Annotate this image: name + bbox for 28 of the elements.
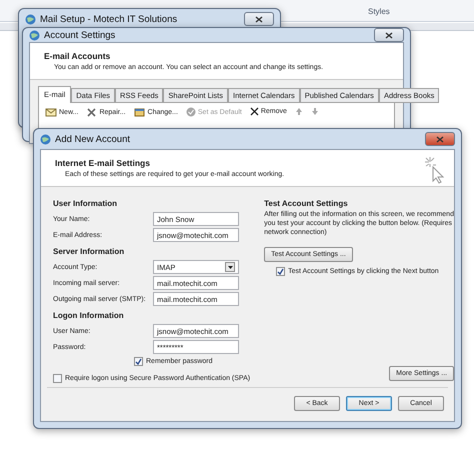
- section-heading: Internet E-mail Settings: [55, 158, 151, 168]
- section-heading: E-mail Accounts: [44, 51, 112, 61]
- globe-icon: [40, 134, 51, 144]
- window-title: Mail Setup - Motech IT Solutions: [40, 14, 178, 24]
- group-heading: Logon Information: [53, 311, 125, 320]
- checkbox-box[interactable]: [134, 357, 143, 366]
- close-icon[interactable]: [436, 136, 444, 142]
- check-circle-icon: [186, 107, 196, 117]
- checkbox-box[interactable]: [276, 267, 286, 276]
- checkbox-box[interactable]: [53, 374, 62, 383]
- cursor-sparkle-icon: [424, 156, 446, 184]
- close-icon[interactable]: [385, 32, 393, 38]
- window-title: Account Settings: [44, 30, 116, 40]
- x-icon: [250, 107, 259, 116]
- window-icon: [134, 107, 146, 117]
- ribbon-group-label: Styles: [368, 7, 390, 16]
- close-button[interactable]: [425, 132, 455, 146]
- globe-icon: [29, 30, 40, 40]
- tools-icon: [86, 107, 98, 118]
- group-heading: Server Information: [53, 247, 126, 256]
- window-title: Add New Account: [55, 134, 130, 144]
- close-button[interactable]: [244, 12, 274, 26]
- close-button[interactable]: [374, 28, 404, 42]
- globe-icon: [25, 14, 36, 24]
- envelope-icon: [45, 107, 57, 117]
- close-icon[interactable]: [255, 16, 263, 22]
- group-heading: User Information: [53, 199, 118, 208]
- group-heading: Test Account Settings: [264, 199, 349, 208]
